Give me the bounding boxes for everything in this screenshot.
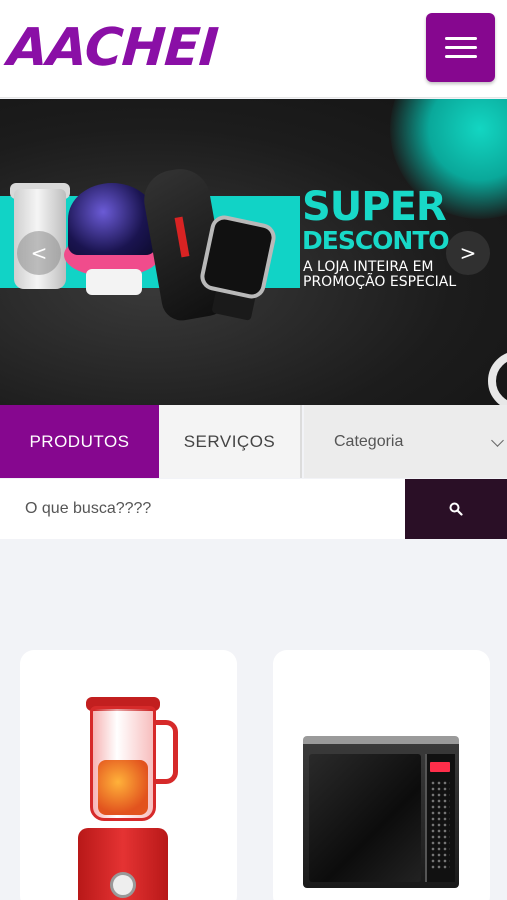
blender-image [154, 720, 178, 784]
hamburger-menu-icon [444, 37, 477, 40]
promo-banner[interactable]: SUPER DESCONTO A LOJA INTEIRA EM PROMOÇÃ… [0, 99, 507, 405]
search-button[interactable] [405, 479, 507, 539]
microwave-image [309, 754, 421, 882]
banner-ring-decoration [488, 351, 507, 405]
header: AACHEI [0, 0, 507, 98]
promo-title: SUPER [302, 184, 447, 230]
tab-services[interactable]: SERVIÇOS [159, 405, 302, 478]
chevron-left-icon: < [30, 241, 48, 265]
tab-products[interactable]: PRODUTOS [0, 405, 159, 478]
carousel-prev-button[interactable]: < [17, 231, 61, 275]
chevron-right-icon: > [459, 241, 477, 265]
blender-image [110, 872, 136, 898]
microwave-image [430, 762, 450, 772]
brand-logo[interactable]: AACHEI [6, 18, 220, 78]
microwave-image [430, 780, 450, 870]
search-input[interactable] [0, 479, 405, 539]
promo-subtitle: DESCONTO [302, 226, 450, 255]
category-select[interactable]: Categoria [304, 405, 507, 478]
carousel-next-button[interactable]: > [446, 231, 490, 275]
star-lamp-image [86, 269, 142, 295]
star-lamp-image [68, 183, 156, 255]
hamburger-menu-icon [444, 55, 477, 58]
promo-text-line1: A LOJA INTEIRA EM [303, 259, 434, 275]
product-card[interactable] [20, 650, 237, 900]
promo-text-line2: PROMOÇÃO ESPECIAL [303, 274, 457, 290]
menu-button[interactable] [426, 13, 495, 82]
blender-image [98, 760, 148, 815]
search-icon [449, 502, 463, 516]
product-card[interactable] [273, 650, 490, 900]
hamburger-menu-icon [444, 46, 477, 49]
